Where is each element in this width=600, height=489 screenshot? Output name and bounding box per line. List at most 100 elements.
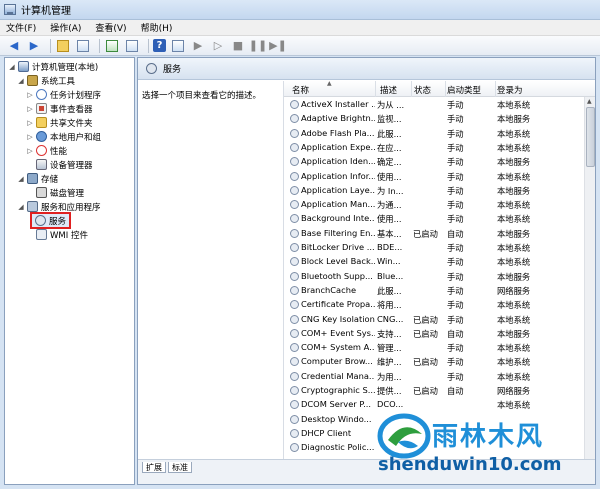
column-startup-type[interactable]: 启动类型 [447,84,481,96]
tree-label: 存储 [41,174,59,185]
service-name: Bluetooth Supp... [301,270,373,281]
service-row[interactable]: Adobe Flash Pla... 此服... 手动 本地系统 [284,127,595,141]
service-log-on-as: 本地服务 [497,185,531,196]
description-panel: 选择一个项目来查看它的描述。 [138,81,283,459]
tree-node-system-tools[interactable]: ◢ 系统工具 [17,74,75,87]
vertical-scrollbar[interactable]: ▲ [584,97,595,459]
expand-arrow-icon[interactable]: ▷ [26,105,34,113]
service-row[interactable]: COM+ System A... 管理... 手动 本地系统 [284,341,595,355]
pause-service-icon[interactable]: ❚❚ [249,38,267,54]
tab-standard[interactable]: 标准 [168,462,192,473]
service-row[interactable]: BitLocker Drive ... BDE... 手动 本地系统 [284,241,595,255]
collapse-arrow-icon[interactable]: ◢ [8,63,16,71]
service-row[interactable]: Base Filtering En... 基本... 已启动 自动 本地服务 [284,227,595,241]
collapse-arrow-icon[interactable]: ◢ [17,77,25,85]
tree-node-performance[interactable]: ▷ 性能 [26,144,67,157]
service-log-on-as: 本地系统 [497,257,531,268]
column-divider[interactable] [411,81,412,97]
restart-service-icon[interactable]: ▶❚ [269,38,287,54]
service-row[interactable]: Application Man... 为通... 手动 本地系统 [284,198,595,212]
refresh-icon[interactable] [104,38,120,54]
service-row[interactable]: Computer Brow... 维护... 已启动 手动 本地系统 [284,355,595,369]
stop-service-icon[interactable]: ■ [230,38,246,54]
service-row[interactable]: COM+ Event Sys... 支持... 已启动 自动 本地服务 [284,327,595,341]
column-name[interactable]: 名称 [292,84,309,96]
column-header-row: ▲ 名称 描述 状态 启动类型 登录为 [284,81,595,97]
tree-node-event-viewer[interactable]: ▷ 事件查看器 [26,102,93,115]
column-description[interactable]: 描述 [380,84,397,96]
menu-view[interactable]: 查看(V) [95,21,126,34]
tree-node-services[interactable]: 服务 [29,212,72,229]
column-divider[interactable] [445,81,446,97]
menu-file[interactable]: 文件(F) [6,21,36,34]
tree-label: 任务计划程序 [50,90,102,101]
services-list[interactable]: ▲ 名称 描述 状态 启动类型 登录为 ActiveX Installer ..… [283,81,595,459]
service-row[interactable]: Background Inte... 使用... 手动 本地系统 [284,212,595,226]
scroll-up-icon[interactable]: ▲ [587,98,592,105]
service-row[interactable]: Block Level Back... Win... 手动 本地系统 [284,255,595,269]
service-description: 管理... [377,343,402,354]
start-service-2-icon[interactable]: ▷ [210,38,226,54]
expand-arrow-icon[interactable]: ▷ [26,147,34,155]
services-title: 服务 [163,65,182,75]
service-description: 使用... [377,171,402,182]
start-service-icon[interactable]: ▶ [190,38,206,54]
service-row[interactable]: Application Iden... 确定... 手动 本地服务 [284,155,595,169]
tree-node-storage[interactable]: ◢ 存储 [17,172,58,185]
expand-arrow-icon[interactable]: ▷ [26,133,34,141]
service-startup-type: 手动 [447,200,464,211]
tree-node-wmi[interactable]: WMI 控件 [36,228,88,241]
expand-arrow-icon[interactable]: ▷ [26,119,34,127]
collapse-arrow-icon[interactable]: ◢ [17,175,25,183]
column-divider[interactable] [495,81,496,97]
service-gear-icon [290,428,299,438]
show-hide-tree-icon[interactable] [75,38,91,54]
tree-node-task-scheduler[interactable]: ▷ 任务计划程序 [26,88,101,101]
service-row[interactable]: Cryptographic S... 提供... 已启动 自动 网络服务 [284,384,595,398]
service-row[interactable]: Application Infor... 使用... 手动 本地系统 [284,170,595,184]
toolbar-divider [99,38,100,53]
scrollbar-thumb[interactable] [586,107,595,167]
service-description: 为 In... [377,185,404,196]
back-arrow-icon[interactable]: ◀ [6,38,22,54]
tab-extended[interactable]: 扩展 [142,462,166,473]
window-title: 计算机管理 [21,6,71,17]
service-gear-icon [290,300,299,310]
service-row[interactable]: Application Expe... 在应... 手动 本地系统 [284,141,595,155]
console-tree[interactable]: ◢ 计算机管理(本地) ◢ 系统工具 ▷ 任务计划程序 ▷ 事件查看器 ▷ 共享… [4,57,135,485]
description-hint: 选择一个项目来查看它的描述。 [142,91,262,101]
service-description: 支持... [377,328,402,339]
tree-node-root[interactable]: ◢ 计算机管理(本地) [8,60,98,73]
service-row[interactable]: ActiveX Installer ... 为从 ... 手动 本地系统 [284,98,595,112]
tree-node-local-users[interactable]: ▷ 本地用户和组 [26,130,101,143]
tree-node-shared-folders[interactable]: ▷ 共享文件夹 [26,116,93,129]
expand-arrow-icon[interactable]: ▷ [26,91,34,99]
forward-arrow-icon[interactable]: ▶ [26,38,42,54]
service-gear-icon [290,271,299,281]
properties-icon[interactable] [170,38,186,54]
service-row[interactable]: CNG Key Isolation CNG... 已启动 手动 本地系统 [284,313,595,327]
up-folder-icon[interactable] [55,38,71,54]
service-row[interactable]: Adaptive Brightn... 监视... 手动 本地服务 [284,112,595,126]
menu-help[interactable]: 帮助(H) [141,21,173,34]
tree-node-services-apps[interactable]: ◢ 服务和应用程序 [17,200,101,213]
service-row[interactable]: BranchCache 此服... 手动 网络服务 [284,284,595,298]
computer-management-icon [4,4,16,15]
service-startup-type: 手动 [447,142,464,153]
menu-action[interactable]: 操作(A) [50,21,81,34]
tree-node-device-manager[interactable]: 设备管理器 [36,158,93,171]
watermark-url: shenduwin10.com [378,454,562,475]
service-row[interactable]: Certificate Propa... 将用... 手动 本地系统 [284,298,595,312]
tree-node-disk-management[interactable]: 磁盘管理 [36,186,84,199]
collapse-arrow-icon[interactable]: ◢ [17,203,25,211]
column-status[interactable]: 状态 [414,84,431,96]
tree-label: WMI 控件 [50,230,88,241]
shared-folder-icon [36,117,47,128]
export-list-icon[interactable] [124,38,140,54]
column-divider[interactable] [375,81,376,97]
service-row[interactable]: Application Laye... 为 In... 手动 本地服务 [284,184,595,198]
column-log-on-as[interactable]: 登录为 [497,84,523,96]
service-row[interactable]: Credential Mana... 为用... 手动 本地系统 [284,370,595,384]
help-icon[interactable]: ? [153,39,166,52]
service-row[interactable]: Bluetooth Supp... Blue... 手动 本地服务 [284,270,595,284]
